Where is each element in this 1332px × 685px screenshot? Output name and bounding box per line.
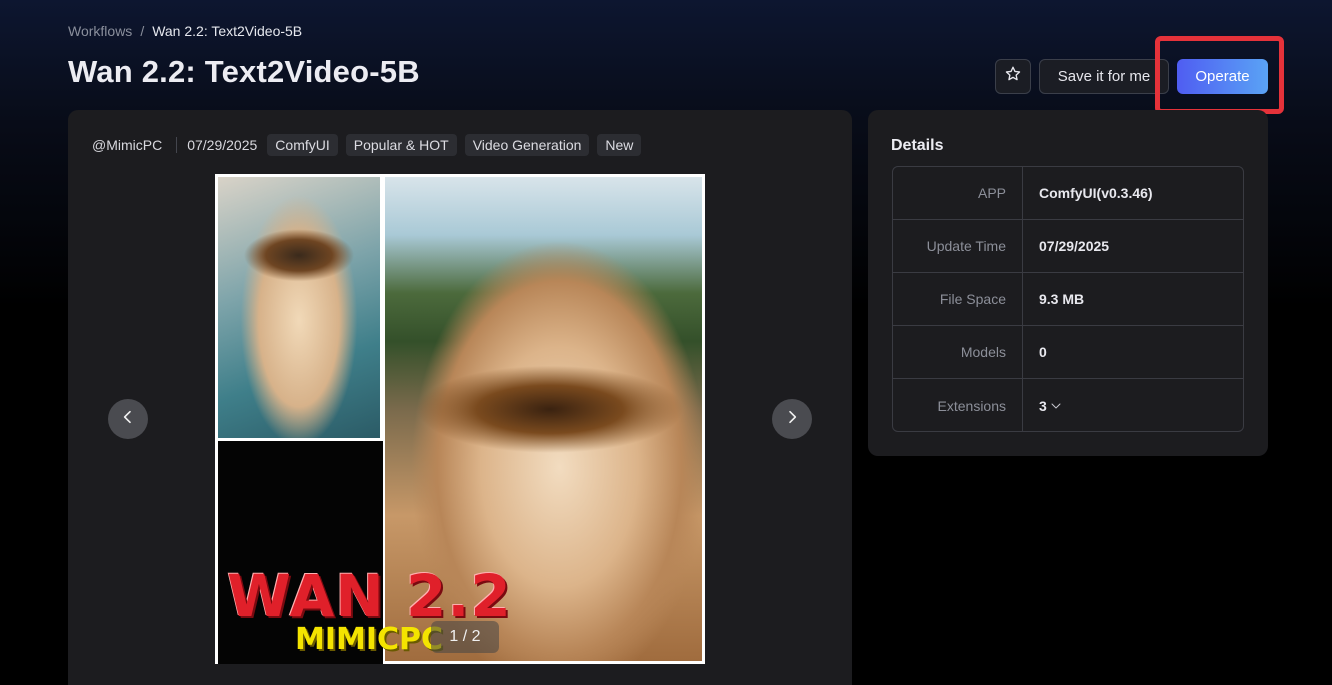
details-value: 3: [1039, 397, 1047, 414]
breadcrumb-separator: /: [140, 23, 145, 39]
carousel-prev-button[interactable]: [108, 399, 148, 439]
mimicpc-logo-watermark: MIMICPC: [295, 622, 444, 657]
extensions-toggle[interactable]: 3: [1023, 379, 1243, 431]
details-value: 07/29/2025: [1039, 238, 1110, 254]
tag-new[interactable]: New: [597, 134, 642, 156]
save-it-for-me-button[interactable]: Save it for me: [1039, 59, 1169, 94]
favorite-button[interactable]: [995, 59, 1031, 94]
breadcrumb: Workflows / Wan 2.2: Text2Video-5B: [68, 23, 302, 39]
publish-date: 07/29/2025: [187, 137, 258, 153]
details-row-models: Models 0: [893, 326, 1243, 379]
page-title: Wan 2.2: Text2Video-5B: [68, 54, 420, 89]
details-row-file-space: File Space 9.3 MB: [893, 273, 1243, 326]
details-key: Update Time: [893, 220, 1023, 272]
details-table: APP ComfyUI(v0.3.46) Update Time 07/29/2…: [892, 166, 1244, 432]
carousel-next-button[interactable]: [772, 399, 812, 439]
wan-logo-watermark: WAN 2.2: [227, 562, 512, 630]
details-title: Details: [891, 137, 944, 154]
author-link[interactable]: @MimicPC: [92, 137, 178, 153]
chevron-right-icon: [784, 409, 800, 430]
details-row-app: APP ComfyUI(v0.3.46): [893, 167, 1243, 220]
tag-comfyui[interactable]: ComfyUI: [267, 134, 338, 156]
meta-row: @MimicPC 07/29/2025 ComfyUI Popular & HO…: [92, 134, 649, 156]
details-row-extensions[interactable]: Extensions 3: [893, 379, 1243, 431]
breadcrumb-workflows-link[interactable]: Workflows: [68, 23, 132, 39]
details-key: Models: [893, 326, 1023, 378]
details-panel: Details APP ComfyUI(v0.3.46) Update Time…: [868, 110, 1268, 456]
details-key: Extensions: [893, 379, 1023, 431]
details-row-update-time: Update Time 07/29/2025: [893, 220, 1243, 273]
chevron-down-icon: [1050, 400, 1062, 412]
details-key: File Space: [893, 273, 1023, 325]
operate-button[interactable]: Operate: [1177, 59, 1268, 94]
details-key: APP: [893, 167, 1023, 219]
details-value: 9.3 MB: [1039, 291, 1085, 307]
star-icon: [1004, 65, 1022, 88]
details-value: 0: [1039, 344, 1047, 360]
workflow-preview-card: @MimicPC 07/29/2025 ComfyUI Popular & HO…: [68, 110, 852, 685]
chevron-left-icon: [120, 409, 136, 430]
preview-image[interactable]: WAN 2.2 MIMICPC 1 / 2: [215, 174, 705, 664]
details-value: ComfyUI(v0.3.46): [1039, 185, 1153, 201]
preview-image-cat-small: [218, 177, 380, 438]
tag-popular-hot[interactable]: Popular & HOT: [345, 134, 457, 156]
tag-video-generation[interactable]: Video Generation: [464, 134, 590, 156]
breadcrumb-current: Wan 2.2: Text2Video-5B: [152, 23, 303, 39]
carousel-page-indicator: 1 / 2: [431, 621, 499, 653]
